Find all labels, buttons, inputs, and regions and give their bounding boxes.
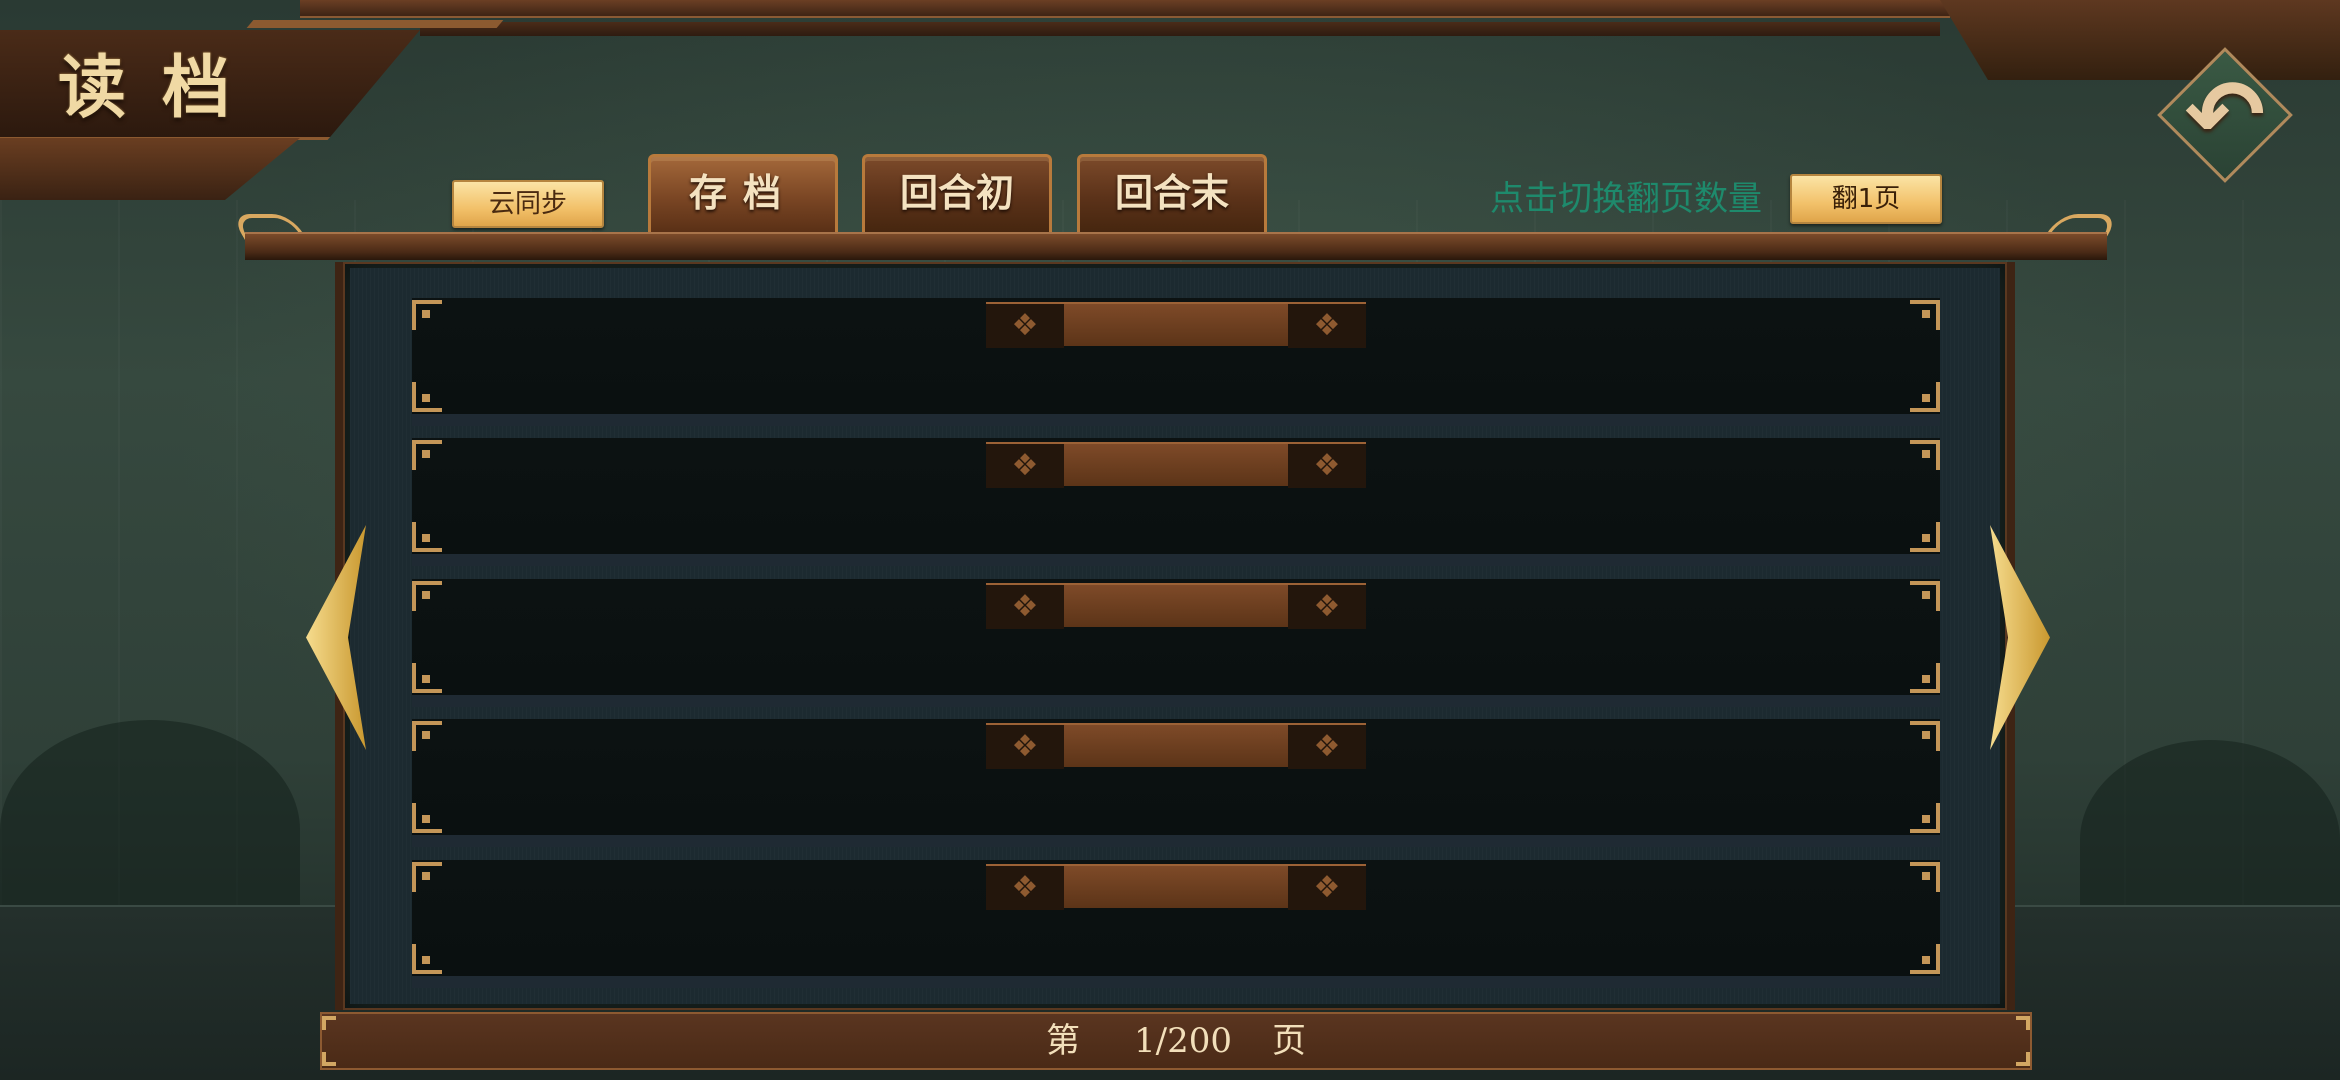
corner-ornament [1910,663,1940,693]
page-prefix: 第 [1046,1021,1080,1061]
corner-ornament [1910,522,1940,552]
tab-save[interactable]: 存档 [648,154,838,232]
corner-ornament [412,721,442,751]
title-decoration [246,20,504,28]
page-suffix: 页 [1271,1021,1306,1061]
corner-ornament [1910,944,1940,974]
slot-title-plaque: ❖ ❖ [986,442,1366,488]
slot-title-plaque: ❖ ❖ [986,864,1366,910]
pagination-text: 第 1/200 页 [322,1014,2030,1068]
plaque-ornament-icon: ❖ [986,444,1064,488]
pagination-bar: 第 1/200 页 [320,1012,2032,1070]
corner-ornament [412,803,442,833]
shelf-top [245,232,2107,260]
corner-ornament [1910,721,1940,751]
title-plaque-edge [0,138,300,200]
corner-ornament [1910,300,1940,330]
page-title: 读档 [58,48,267,128]
plaque-ornament-icon: ❖ [1288,444,1366,488]
tab-round-start[interactable]: 回合初 [862,154,1052,232]
corner-ornament [412,440,442,470]
back-arrow-icon: ↶ [2184,59,2266,171]
corner-ornament [1910,803,1940,833]
plaque-ornament-icon: ❖ [1288,725,1366,769]
slot-title-plaque: ❖ ❖ [986,583,1366,629]
corner-ornament [412,300,442,330]
page-flip-prompt: 点击切换翻页数量 [1490,179,1762,219]
plaque-ornament-icon: ❖ [986,304,1064,348]
plaque-ornament-icon: ❖ [1288,585,1366,629]
page-indicator: 1/200 [1134,1021,1232,1061]
corner-ornament [412,663,442,693]
corner-ornament [412,862,442,892]
plaque-ornament-icon: ❖ [986,725,1064,769]
slot-title-plaque: ❖ ❖ [986,723,1366,769]
plaque-ornament-icon: ❖ [1288,304,1366,348]
corner-ornament [412,581,442,611]
save-slot[interactable]: ❖ ❖ [412,298,1940,426]
page-flip-button[interactable]: 翻1页 [1790,174,1942,224]
corner-ornament [412,944,442,974]
cloud-sync-button[interactable]: 云同步 [452,180,604,228]
back-button[interactable]: ↶ [2150,40,2300,190]
save-slot[interactable]: ❖ ❖ [412,438,1940,566]
plaque-ornament-icon: ❖ [1288,866,1366,910]
save-slot[interactable]: ❖ ❖ [412,719,1940,847]
plaque-ornament-icon: ❖ [986,585,1064,629]
tab-round-end[interactable]: 回合末 [1077,154,1267,232]
top-frame-strip [420,22,1940,36]
top-frame-strip [300,0,1950,18]
corner-ornament [1910,382,1940,412]
plaque-ornament-icon: ❖ [986,866,1064,910]
corner-ornament [1910,440,1940,470]
corner-ornament [412,382,442,412]
corner-ornament [412,522,442,552]
slot-title-plaque: ❖ ❖ [986,302,1366,348]
save-slot[interactable]: ❖ ❖ [412,860,1940,988]
save-slot[interactable]: ❖ ❖ [412,579,1940,707]
corner-ornament [1910,581,1940,611]
corner-ornament [1910,862,1940,892]
